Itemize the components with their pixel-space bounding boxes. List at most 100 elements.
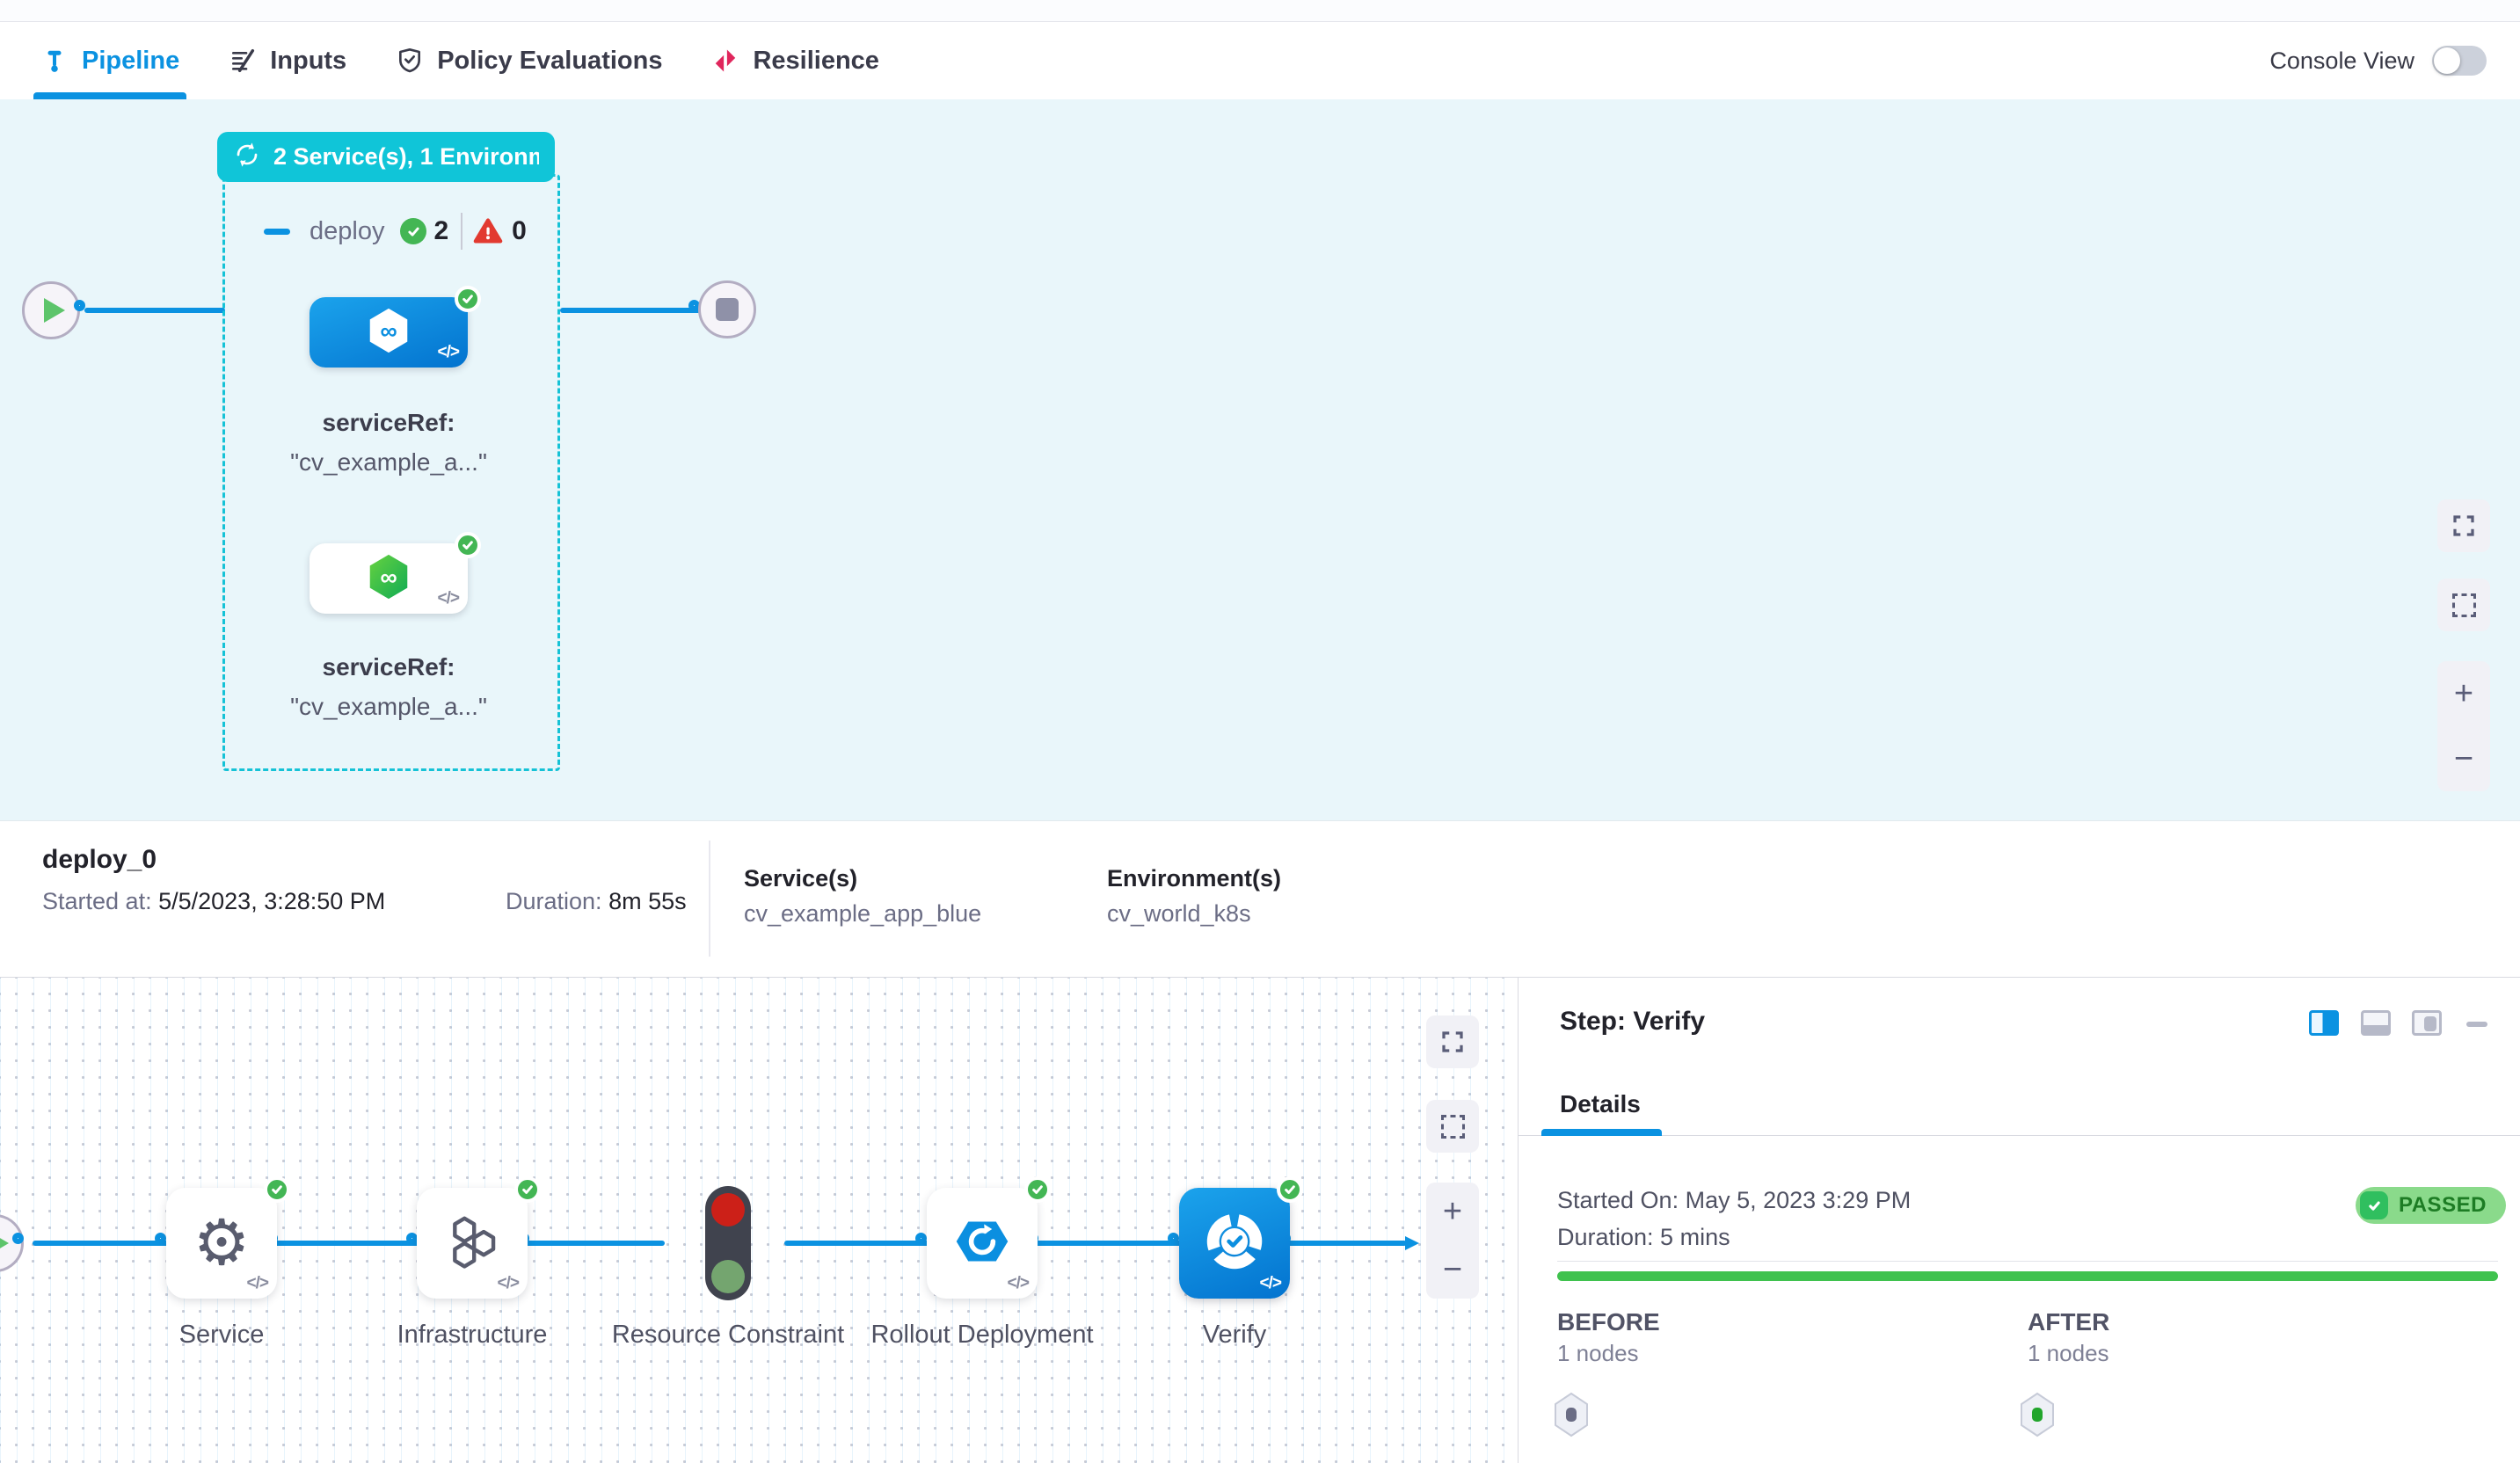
collapse-icon[interactable] <box>264 229 290 235</box>
pipeline-execution-page: Pipeline Inputs Policy Evaluations Resil… <box>0 0 2520 1463</box>
tab-inputs[interactable]: Inputs <box>229 22 346 99</box>
stage-graph-canvas[interactable]: 2 Service(s), 1 Environme... deploy 2 0 … <box>0 99 2520 820</box>
inputs-icon <box>229 47 257 75</box>
harness-service-icon: ∞ <box>363 551 414 607</box>
after-label: AFTER <box>2028 1308 2109 1336</box>
marquee-select-button[interactable] <box>1426 1100 1479 1153</box>
layout-bottom-panel-button[interactable] <box>2361 1010 2391 1036</box>
step-details-panel: Step: Verify Details Started On: May 5, … <box>1518 978 2520 1463</box>
zoom-in-button[interactable]: + <box>1443 1195 1462 1228</box>
step-node-verify[interactable]: </> <box>1179 1188 1290 1299</box>
connector-dot <box>915 1233 927 1244</box>
divider <box>709 841 710 957</box>
fit-to-screen-button[interactable] <box>2437 499 2490 552</box>
layout-floating-panel-button[interactable] <box>2412 1010 2442 1036</box>
service-ref-value: "cv_example_a..." <box>248 448 529 477</box>
shield-check-icon <box>396 47 424 75</box>
harness-service-icon: ∞ <box>363 305 414 360</box>
stage-group-badge: 2 Service(s), 1 Environme... <box>273 143 539 171</box>
connector-dot <box>74 300 85 311</box>
service-node-1[interactable]: ∞ </> <box>310 297 468 368</box>
service-node-2-label: serviceRef: "cv_example_a..." <box>248 653 529 721</box>
warning-triangle-icon <box>473 216 503 246</box>
tab-pipeline[interactable]: Pipeline <box>40 22 179 99</box>
code-icon: </> <box>438 343 459 362</box>
verify-icon <box>1202 1209 1267 1278</box>
success-badge-icon <box>455 532 481 558</box>
service-node-1-label: serviceRef: "cv_example_a..." <box>248 409 529 477</box>
environments-column-value[interactable]: cv_world_k8s <box>1107 900 1251 928</box>
step-graph-canvas[interactable]: ⚙ </> Service </> Infrastructure Resourc… <box>0 978 1519 1463</box>
code-icon: </> <box>1260 1274 1281 1293</box>
after-node-count: 1 nodes <box>2028 1340 2109 1367</box>
pipeline-end-node[interactable] <box>698 280 756 338</box>
tab-pipeline-label: Pipeline <box>82 47 179 76</box>
console-view-control: Console View <box>2269 22 2487 99</box>
stage-row-deploy[interactable]: deploy 2 0 <box>264 210 539 252</box>
success-check-icon <box>400 218 426 244</box>
status-badge-label: PASSED <box>2399 1193 2487 1218</box>
step-node-infrastructure[interactable]: </> <box>417 1188 528 1299</box>
connector-dot <box>1168 1233 1179 1244</box>
started-at-label: Started at: <box>42 888 152 914</box>
gear-icon: ⚙ <box>193 1212 251 1275</box>
connector-line <box>84 308 225 313</box>
stage-instance-name: deploy_0 <box>42 845 157 875</box>
window-top-strip <box>0 0 2520 22</box>
failure-count: 0 <box>512 216 527 246</box>
minimize-panel-button[interactable] <box>2466 1022 2487 1027</box>
active-tab-underline <box>33 92 186 99</box>
service-node-2[interactable]: ∞ </> <box>310 543 468 614</box>
service-ref-key: serviceRef: <box>248 653 529 681</box>
traffic-light-green <box>711 1260 745 1293</box>
connector-line <box>784 1241 1407 1246</box>
step-node-rollout-deployment[interactable]: </> <box>927 1188 1038 1299</box>
rollout-icon <box>950 1210 1014 1277</box>
connector-dot <box>155 1233 166 1244</box>
tab-details[interactable]: Details <box>1560 1090 1641 1118</box>
success-badge-icon <box>514 1176 541 1203</box>
step-started-on: Started On: May 5, 2023 3:29 PM <box>1557 1187 1911 1214</box>
service-ref-value: "cv_example_a..." <box>248 693 529 721</box>
zoom-out-button[interactable]: − <box>2454 742 2473 775</box>
console-view-toggle[interactable] <box>2432 46 2487 76</box>
step-label: Rollout Deployment <box>850 1316 1114 1353</box>
verification-progress-bar <box>1557 1271 2498 1281</box>
loop-icon <box>233 141 261 173</box>
tab-resilience-label: Resilience <box>753 47 878 76</box>
stop-icon <box>716 298 739 321</box>
success-badge-icon <box>1024 1176 1051 1203</box>
marquee-select-button[interactable] <box>2437 579 2490 631</box>
svg-text:∞: ∞ <box>380 317 397 344</box>
step-node-resource-constraint[interactable] <box>705 1186 751 1300</box>
tab-policy-evaluations[interactable]: Policy Evaluations <box>396 22 662 99</box>
connector-arrow <box>1405 1236 1419 1250</box>
resilience-icon <box>711 47 739 75</box>
code-icon: </> <box>498 1274 519 1293</box>
connector-line <box>33 1241 665 1246</box>
stage-group-header[interactable]: 2 Service(s), 1 Environme... <box>217 132 555 182</box>
before-node-hexagon[interactable] <box>1554 1391 1589 1438</box>
pipeline-start-node[interactable] <box>22 281 80 339</box>
fit-to-screen-button[interactable] <box>1426 1015 1479 1068</box>
environments-column-header: Environment(s) <box>1107 865 1281 892</box>
zoom-out-button[interactable]: − <box>1443 1253 1462 1286</box>
tab-resilience[interactable]: Resilience <box>711 22 878 99</box>
started-at: Started at: 5/5/2023, 3:28:50 PM <box>42 888 385 915</box>
step-label: Resource Constraint <box>596 1316 860 1353</box>
console-view-label: Console View <box>2269 47 2414 75</box>
layout-right-panel-button[interactable] <box>2309 1010 2339 1036</box>
passed-check-icon <box>2360 1191 2388 1219</box>
play-icon <box>0 1231 9 1256</box>
success-badge-icon <box>264 1176 290 1203</box>
service-ref-key: serviceRef: <box>248 409 529 437</box>
duration-label: Duration: <box>506 888 602 914</box>
zoom-in-button[interactable]: + <box>2454 677 2473 710</box>
after-node-hexagon[interactable] <box>2020 1391 2055 1438</box>
tab-inputs-label: Inputs <box>270 47 346 76</box>
divider <box>461 213 462 250</box>
step-node-service[interactable]: ⚙ </> <box>166 1188 277 1299</box>
services-column-value[interactable]: cv_example_app_blue <box>744 900 981 928</box>
before-node-count: 1 nodes <box>1557 1340 1639 1367</box>
marquee-icon <box>2452 593 2476 617</box>
